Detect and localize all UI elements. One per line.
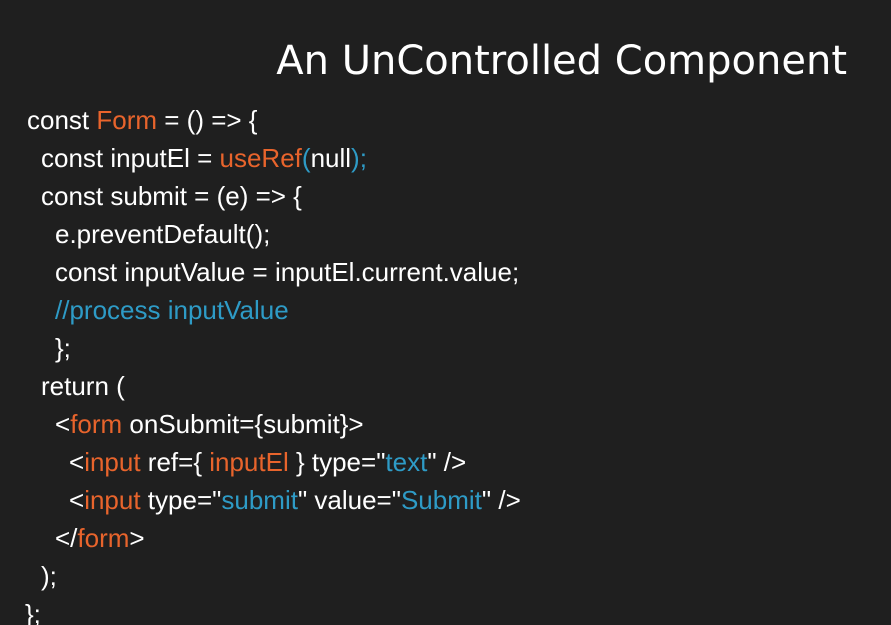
code-token: ref={ <box>140 447 210 477</box>
code-token: input <box>84 485 141 515</box>
code-token: inputEl <box>209 447 289 477</box>
code-token: < <box>69 447 85 477</box>
code-token: onSubmit={submit}> <box>122 409 364 439</box>
code-token: const submit = (e) => { <box>41 181 302 211</box>
code-token: form <box>77 523 130 553</box>
code-token: ( <box>301 143 311 173</box>
code-token: = () => { <box>157 105 258 135</box>
code-token: const <box>27 105 97 135</box>
code-line: //process inputValue <box>27 291 521 329</box>
code-token: ); <box>41 561 57 591</box>
slide: An UnControlled Component const Form = (… <box>0 0 891 625</box>
code-token: ); <box>351 143 367 173</box>
code-line: const inputValue = inputEl.current.value… <box>27 253 521 291</box>
code-token: return ( <box>41 371 125 401</box>
code-token: null <box>310 143 352 173</box>
code-line: const submit = (e) => { <box>27 177 521 215</box>
code-line: }; <box>27 329 521 367</box>
code-line: ); <box>27 557 521 595</box>
code-token: type=" <box>140 485 222 515</box>
code-token: < <box>69 485 85 515</box>
code-token: input <box>84 447 141 477</box>
code-line: </form> <box>27 519 521 557</box>
code-token: > <box>129 523 145 553</box>
code-line: const Form = () => { <box>27 101 521 139</box>
code-token: " /> <box>481 485 521 515</box>
code-token: < <box>55 409 71 439</box>
code-token: }; <box>25 599 41 625</box>
code-line: <input ref={ inputEl } type="text" /> <box>27 443 521 481</box>
code-token: const inputEl = <box>41 143 220 173</box>
code-token: </ <box>55 523 78 553</box>
code-token: form <box>70 409 123 439</box>
code-line: }; <box>25 595 521 625</box>
code-token: }; <box>55 333 71 363</box>
code-token: submit <box>221 485 298 515</box>
code-token: " /> <box>427 447 467 477</box>
code-line: <form onSubmit={submit}> <box>27 405 521 443</box>
code-token: " value=" <box>297 485 401 515</box>
code-block: const Form = () => {const inputEl = useR… <box>25 101 521 625</box>
code-token: const inputValue = inputEl.current.value… <box>55 257 520 287</box>
code-line: e.preventDefault(); <box>27 215 521 253</box>
code-token: text <box>385 447 428 477</box>
code-token: useRef <box>219 143 302 173</box>
code-line: return ( <box>27 367 521 405</box>
code-line: <input type="submit" value="Submit" /> <box>27 481 521 519</box>
slide-title: An UnControlled Component <box>276 38 847 84</box>
code-token: } type=" <box>288 447 386 477</box>
code-token: Submit <box>400 485 482 515</box>
code-token: e.preventDefault(); <box>55 219 271 249</box>
code-token: //process inputValue <box>55 295 289 325</box>
code-line: const inputEl = useRef(null); <box>27 139 521 177</box>
code-token: Form <box>96 105 158 135</box>
